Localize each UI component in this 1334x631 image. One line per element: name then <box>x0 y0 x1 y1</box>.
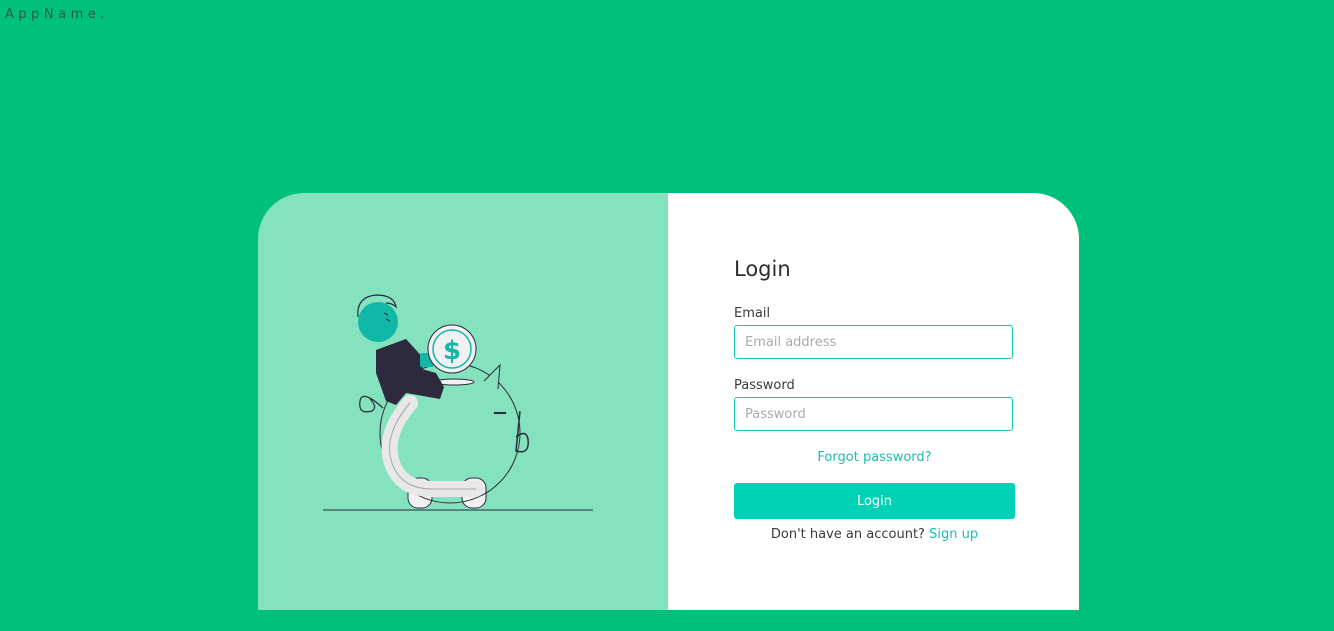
piggy-bank-illustration: $ <box>323 294 593 511</box>
no-account-text: Don't have an account? <box>770 527 925 542</box>
password-field[interactable] <box>734 397 1013 431</box>
login-form-panel: Login Email Password Forgot password? Lo… <box>668 193 1079 610</box>
login-card: $ Login Email Password Forgot password? … <box>258 193 1079 610</box>
coin-dollar-symbol: $ <box>443 336 461 366</box>
signup-row: Don't have an account? Sign up <box>734 527 1015 542</box>
login-title: Login <box>734 257 791 281</box>
password-label: Password <box>734 378 795 393</box>
forgot-password-link[interactable]: Forgot password? <box>734 450 1015 465</box>
email-field[interactable] <box>734 325 1013 359</box>
app-brand-logo: AppName. <box>5 7 109 22</box>
illustration-panel: $ <box>258 193 668 610</box>
signup-link[interactable]: Sign up <box>929 527 978 542</box>
person-head <box>358 302 398 342</box>
login-button[interactable]: Login <box>734 483 1015 519</box>
email-label: Email <box>734 306 771 321</box>
